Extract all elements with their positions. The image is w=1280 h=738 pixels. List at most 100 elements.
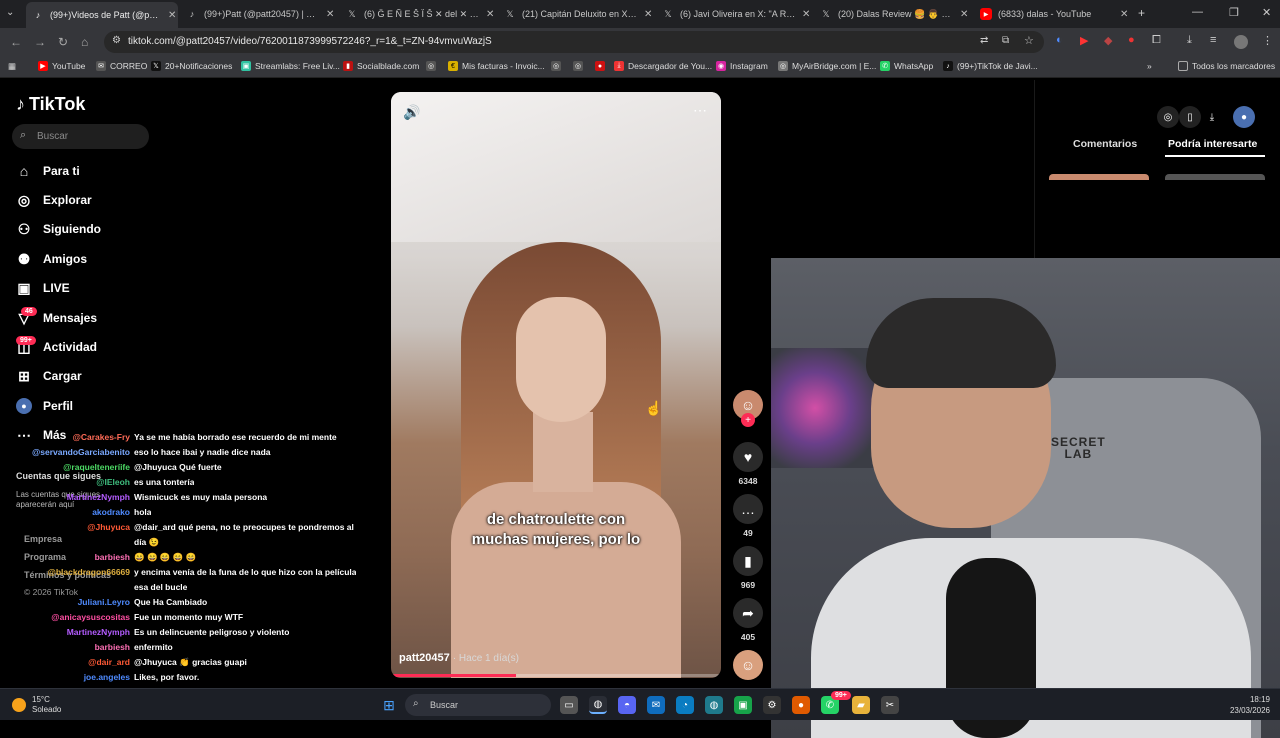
bookmark-globe-1[interactable]: ◎ (426, 61, 440, 71)
translate-icon[interactable]: ⇄ (980, 35, 988, 46)
nav-explorar[interactable]: ◎ Explorar (16, 190, 92, 210)
snipping-tool-icon[interactable]: ✂ (881, 696, 899, 714)
tab-x-4[interactable]: 𝕏 (20) Dalas Review 🍔 👨 🍔 en ✕ (820, 4, 970, 24)
profile-avatar-icon[interactable] (1234, 35, 1248, 49)
close-icon[interactable]: ✕ (960, 9, 970, 20)
close-icon[interactable]: ✕ (802, 9, 812, 20)
tab-x-2[interactable]: 𝕏 (21) Capitán Deluxito en X: "Du ✕ (504, 4, 654, 24)
nav-perfil[interactable]: ● Perfil (16, 396, 73, 416)
bookmark-streamlabs[interactable]: ▣ Streamlabs: Free Liv... (241, 61, 340, 71)
orange-app-icon[interactable]: ● (792, 696, 810, 714)
bookmark-red[interactable]: ● (595, 61, 609, 71)
outlook-icon[interactable]: ✉ (647, 696, 665, 714)
bookmark-whatsapp[interactable]: ✆ WhatsApp (880, 61, 933, 71)
tab-x-1[interactable]: 𝕏(6) G̈ E Ñ E Š Ï Š ✕ del ✕ Č E Ů✕ (346, 4, 496, 24)
install-icon[interactable]: ⧉ (1002, 35, 1009, 46)
green-app-icon[interactable]: ▣ (734, 696, 752, 714)
new-tab-icon[interactable]: + (1138, 6, 1145, 20)
tab-search-icon[interactable]: ⌄ (6, 7, 14, 18)
bookmark-myairbridge[interactable]: ◎ MyAirBridge.com | E... (778, 61, 876, 71)
close-icon[interactable]: ✕ (486, 9, 496, 20)
edge-icon[interactable]: ◔ (676, 696, 694, 714)
browser-menu-icon[interactable]: ⋮ (1262, 34, 1273, 47)
bookmark-star-icon[interactable]: ☆ (1024, 34, 1034, 47)
music-disc[interactable]: ☺ (732, 650, 764, 680)
start-icon[interactable]: ⊞ (380, 696, 398, 714)
address-bar[interactable]: ⚙ tiktok.com/@patt20457/video/7620011873… (104, 31, 1044, 53)
bookmark-facturas[interactable]: € Mis facturas - Invoic... (448, 61, 545, 71)
tiktok-logo[interactable]: ♪ TikTok (16, 94, 85, 115)
close-icon[interactable]: ✕ (326, 9, 336, 20)
bookmark-globe-2[interactable]: ◎ (551, 61, 565, 71)
save-button[interactable]: ▮ 969 (732, 546, 764, 590)
share-button[interactable]: ➦ 405 (732, 598, 764, 642)
home-button-icon[interactable]: ⌂ (81, 35, 88, 49)
tab-x-3[interactable]: 𝕏 (6) Javi Oliveira en X: "A RickyE ✕ (662, 4, 812, 24)
reload-icon[interactable]: ↻ (58, 35, 68, 49)
bookmark-globe-3[interactable]: ◎ (573, 61, 587, 71)
device-icon[interactable]: ▯ (1179, 106, 1201, 128)
taskbar-search[interactable]: ⌕ Buscar (405, 694, 551, 716)
nav-siguiendo[interactable]: ⚇ Siguiendo (16, 219, 101, 239)
network-app-icon[interactable]: ◍ (705, 696, 723, 714)
avatar[interactable]: ● (1233, 106, 1255, 128)
nav-para-ti[interactable]: ⌂ Para ti (16, 161, 80, 181)
tab-podria-interesarte[interactable]: Podría interesarte (1168, 138, 1257, 150)
like-button[interactable]: ♥ 6348 (732, 442, 764, 486)
all-bookmarks[interactable]: Todos los marcadores (1178, 61, 1275, 71)
volume-icon[interactable]: 🔊 (403, 104, 420, 121)
extension-1-icon[interactable]: ◐ (1056, 34, 1063, 46)
chat-message: akodrako hola (20, 507, 370, 517)
forward-icon[interactable]: → (34, 35, 46, 49)
comment-button[interactable]: … 49 (732, 494, 764, 538)
video-player[interactable]: 🔊 ⋯ de chatroulette con muchas mujeres, … (391, 92, 721, 678)
task-view-icon[interactable]: ▭ (560, 696, 578, 714)
bookmark-descargador[interactable]: ⤓ Descargador de You... (614, 61, 712, 71)
tab-tiktok-videos[interactable]: ♪ (99+)Videos de Patt (@patt204 ✕ (26, 2, 178, 28)
bookmark-notificaciones[interactable]: 𝕏 20+Notificaciones (151, 61, 232, 71)
close-icon[interactable]: ✕ (1120, 9, 1130, 20)
system-clock[interactable]: 18:19 23/03/2026 (1230, 694, 1270, 716)
back-icon[interactable]: ← (10, 35, 22, 49)
reading-list-icon[interactable]: ≡ (1210, 34, 1216, 46)
video-progress-bar[interactable] (391, 674, 721, 677)
bookmark-correo[interactable]: ✉ CORREO (96, 61, 147, 71)
tab-youtube[interactable]: ▶ (6833) dalas - YouTube ✕ (980, 4, 1130, 24)
search-input[interactable]: ⌕ Buscar (12, 124, 149, 149)
bookmark-youtube[interactable]: ▶ YouTube (38, 61, 85, 71)
nav-cargar[interactable]: ⊞ Cargar (16, 366, 82, 386)
nav-amigos[interactable]: ⚉ Amigos (16, 249, 87, 269)
bookmark-socialblade[interactable]: ▮ Socialblade.com (343, 61, 419, 71)
window-close-icon[interactable]: ✕ (1262, 6, 1271, 19)
site-info-icon[interactable]: ⚙ (112, 35, 121, 46)
discord-icon[interactable]: ◓ (618, 696, 636, 714)
creator-avatar[interactable]: ☺ + (732, 390, 764, 427)
compass-icon[interactable]: ◎ (1157, 106, 1179, 128)
video-author[interactable]: patt20457 · Hace 1 día(s) (399, 652, 519, 664)
more-options-icon[interactable]: ⋯ (693, 102, 707, 119)
suggested-thumb-1[interactable] (1049, 174, 1149, 180)
settings-app-icon[interactable]: ⚙ (763, 696, 781, 714)
suggested-thumb-2[interactable] (1165, 174, 1265, 180)
apps-icon[interactable]: ▦ (8, 61, 16, 72)
tab-comentarios[interactable]: Comentarios (1073, 138, 1137, 150)
download-icon[interactable]: ⤓ (1187, 34, 1192, 47)
follow-plus-icon[interactable]: + (741, 413, 755, 427)
extension-4-icon[interactable]: ● (1128, 34, 1135, 46)
bookmark-instagram[interactable]: ◉ Instagram (716, 61, 768, 71)
extension-3-icon[interactable]: ◆ (1104, 34, 1112, 47)
extension-2-icon[interactable]: ▶ (1080, 34, 1088, 47)
bookmarks-overflow-icon[interactable]: » (1147, 61, 1152, 71)
close-icon[interactable]: ✕ (168, 10, 178, 21)
weather-widget[interactable]: 15°C Soleado (12, 695, 61, 715)
tab-tiktok-profile[interactable]: ♪ (99+)Patt (@patt20457) | TikTok ✕ (186, 4, 336, 24)
minimize-icon[interactable]: — (1192, 6, 1203, 18)
extensions-icon[interactable]: ⧠ (1152, 34, 1161, 47)
close-icon[interactable]: ✕ (644, 9, 654, 20)
nav-live[interactable]: ▣ LIVE (16, 278, 69, 298)
download-app-icon[interactable]: ⤓ (1201, 106, 1223, 128)
chrome-icon[interactable]: ◍ (589, 696, 607, 714)
bookmark-tiktok-javi[interactable]: ♪ (99+)TikTok de Javi... (943, 61, 1038, 71)
file-explorer-icon[interactable]: ▰ (852, 696, 870, 714)
maximize-icon[interactable]: ❐ (1229, 6, 1239, 19)
